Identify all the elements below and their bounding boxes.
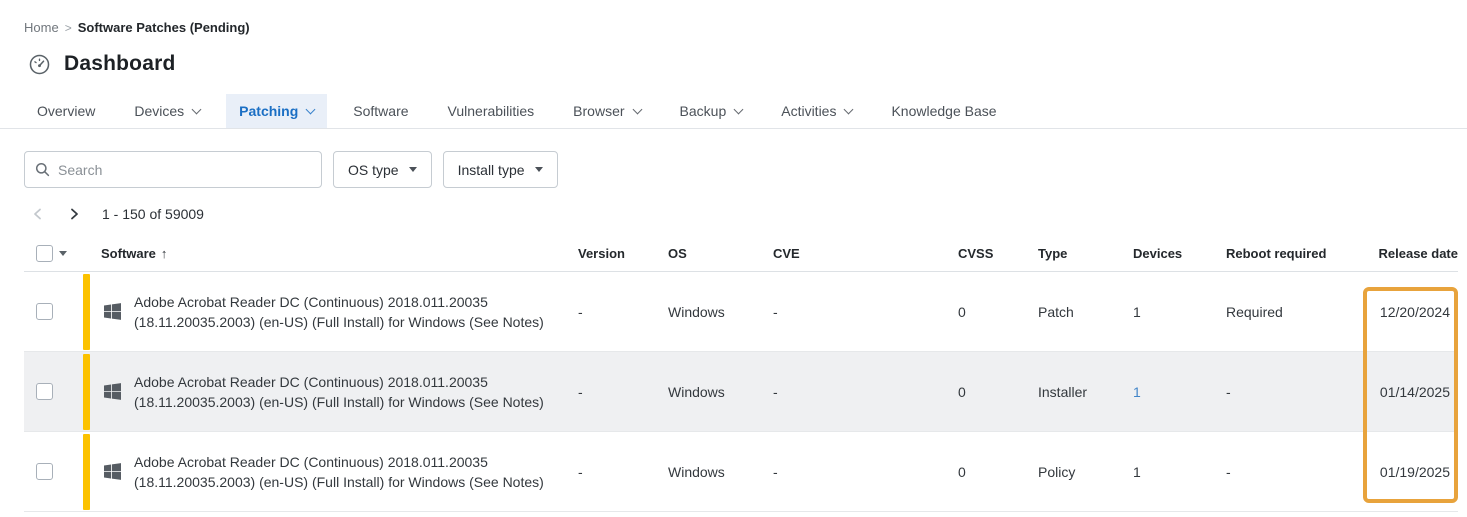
reboot-required-value: Required bbox=[1218, 304, 1368, 320]
software-name[interactable]: Adobe Acrobat Reader DC (Continuous) 201… bbox=[128, 292, 570, 332]
caret-down-icon bbox=[409, 167, 417, 172]
table-row[interactable]: Adobe Acrobat Reader DC (Continuous) 201… bbox=[24, 352, 1458, 432]
search-box[interactable] bbox=[24, 151, 322, 188]
gauge-dashboard-icon bbox=[28, 53, 51, 76]
caret-down-icon bbox=[535, 167, 543, 172]
tab-knowledge-base[interactable]: Knowledge Base bbox=[878, 94, 1009, 128]
row-checkbox[interactable] bbox=[36, 463, 53, 480]
severity-bar bbox=[83, 354, 90, 430]
tab-patching[interactable]: Patching bbox=[226, 94, 327, 128]
severity-bar bbox=[83, 274, 90, 350]
filter-bar: OS type Install type bbox=[24, 151, 1467, 188]
pagination: 1 - 150 of 59009 bbox=[30, 201, 1467, 227]
windows-icon bbox=[104, 463, 121, 480]
column-header-release-date[interactable]: Release date bbox=[1368, 246, 1458, 261]
search-icon bbox=[35, 162, 50, 177]
chevron-down-icon bbox=[306, 104, 316, 114]
tab-activities[interactable]: Activities bbox=[768, 94, 865, 128]
type-value: Patch bbox=[1030, 304, 1125, 320]
breadcrumb-home-link[interactable]: Home bbox=[24, 20, 59, 35]
tab-devices[interactable]: Devices bbox=[121, 94, 213, 128]
column-header-os[interactable]: OS bbox=[660, 246, 765, 261]
tab-bar: Overview Devices Patching Software Vulne… bbox=[0, 95, 1467, 129]
select-menu-caret-icon[interactable] bbox=[59, 251, 67, 256]
reboot-required-value: - bbox=[1218, 384, 1368, 400]
cve-value: - bbox=[765, 384, 950, 400]
previous-page-button[interactable] bbox=[30, 204, 46, 224]
breadcrumb: Home > Software Patches (Pending) bbox=[0, 0, 1467, 35]
install-type-dropdown[interactable]: Install type bbox=[443, 151, 558, 188]
page-title: Dashboard bbox=[64, 52, 176, 76]
chevron-down-icon bbox=[192, 104, 202, 114]
devices-count[interactable]: 1 bbox=[1125, 304, 1218, 320]
release-date-value: 12/20/2024 bbox=[1368, 304, 1458, 320]
release-date-value: 01/19/2025 bbox=[1368, 464, 1458, 480]
cvss-value: 0 bbox=[950, 464, 1030, 480]
os-value: Windows bbox=[660, 464, 765, 480]
tab-software[interactable]: Software bbox=[340, 94, 421, 128]
tab-browser[interactable]: Browser bbox=[560, 94, 653, 128]
select-all-checkbox[interactable] bbox=[36, 245, 53, 262]
breadcrumb-separator-icon: > bbox=[65, 21, 72, 35]
type-value: Policy bbox=[1030, 464, 1125, 480]
devices-count[interactable]: 1 bbox=[1125, 464, 1218, 480]
column-header-version[interactable]: Version bbox=[570, 246, 660, 261]
row-checkbox[interactable] bbox=[36, 303, 53, 320]
breadcrumb-current: Software Patches (Pending) bbox=[78, 20, 250, 35]
column-header-cvss[interactable]: CVSS bbox=[950, 246, 1030, 261]
next-page-button[interactable] bbox=[66, 204, 82, 224]
type-value: Installer bbox=[1030, 384, 1125, 400]
software-name[interactable]: Adobe Acrobat Reader DC (Continuous) 201… bbox=[128, 452, 570, 492]
chevron-left-icon bbox=[31, 207, 45, 221]
release-date-value: 01/14/2025 bbox=[1368, 384, 1458, 400]
search-input[interactable] bbox=[58, 162, 311, 178]
chevron-right-icon bbox=[67, 207, 81, 221]
devices-count-link[interactable]: 1 bbox=[1125, 384, 1218, 400]
column-header-software[interactable]: Software ↑ bbox=[83, 246, 570, 261]
tab-backup[interactable]: Backup bbox=[667, 94, 756, 128]
severity-bar bbox=[83, 434, 90, 510]
column-header-type[interactable]: Type bbox=[1030, 246, 1125, 261]
windows-icon bbox=[104, 303, 121, 320]
cve-value: - bbox=[765, 304, 950, 320]
page-header: Dashboard bbox=[28, 52, 1467, 76]
windows-icon bbox=[104, 383, 121, 400]
column-header-devices[interactable]: Devices bbox=[1125, 246, 1218, 261]
table-row[interactable]: Adobe Acrobat Reader DC (Continuous) 201… bbox=[24, 272, 1458, 352]
version-value: - bbox=[570, 464, 660, 480]
sort-ascending-icon: ↑ bbox=[161, 246, 168, 261]
table-header-row: Software ↑ Version OS CVE CVSS Type Devi… bbox=[24, 236, 1458, 272]
software-name[interactable]: Adobe Acrobat Reader DC (Continuous) 201… bbox=[128, 372, 570, 412]
cvss-value: 0 bbox=[950, 304, 1030, 320]
pagination-range: 1 - 150 of 59009 bbox=[102, 206, 204, 222]
chevron-down-icon bbox=[632, 104, 642, 114]
reboot-required-value: - bbox=[1218, 464, 1368, 480]
version-value: - bbox=[570, 304, 660, 320]
os-value: Windows bbox=[660, 384, 765, 400]
chevron-down-icon bbox=[844, 104, 854, 114]
row-checkbox[interactable] bbox=[36, 383, 53, 400]
header-select-controls bbox=[24, 236, 83, 271]
os-type-dropdown[interactable]: OS type bbox=[333, 151, 432, 188]
table-row[interactable]: Adobe Acrobat Reader DC (Continuous) 201… bbox=[24, 432, 1458, 512]
cve-value: - bbox=[765, 464, 950, 480]
version-value: - bbox=[570, 384, 660, 400]
column-header-reboot-required[interactable]: Reboot required bbox=[1218, 246, 1368, 261]
os-value: Windows bbox=[660, 304, 765, 320]
chevron-down-icon bbox=[734, 104, 744, 114]
cvss-value: 0 bbox=[950, 384, 1030, 400]
tab-vulnerabilities[interactable]: Vulnerabilities bbox=[435, 94, 548, 128]
column-header-cve[interactable]: CVE bbox=[765, 246, 950, 261]
tab-overview[interactable]: Overview bbox=[24, 94, 108, 128]
